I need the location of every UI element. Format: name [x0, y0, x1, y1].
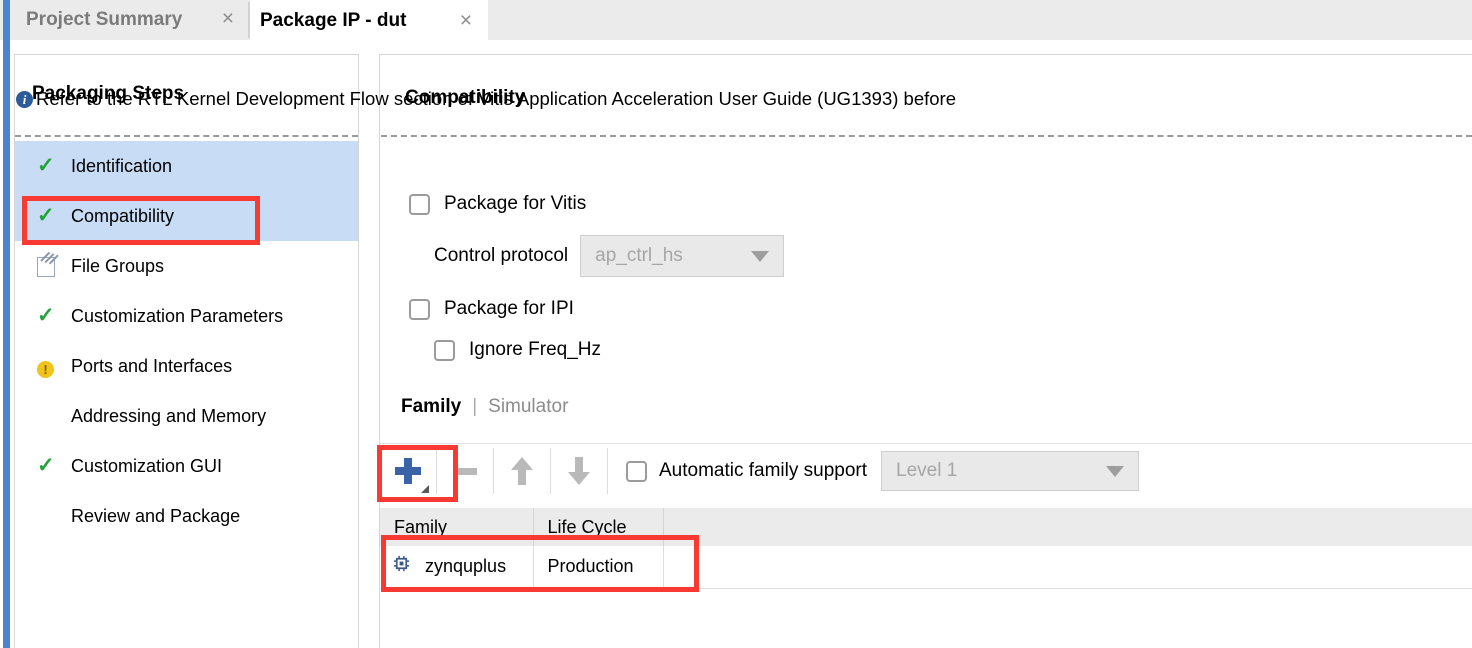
remove-family-button[interactable]: [437, 444, 493, 498]
ignore-freq-hz-checkbox[interactable]: [434, 339, 455, 361]
sidebar-item-customization-gui[interactable]: ✓ Customization GUI: [15, 441, 358, 491]
control-protocol-label: Control protocol: [434, 245, 569, 266]
package-for-vitis-row[interactable]: Package for Vitis: [409, 193, 586, 215]
table-header: Family Life Cycle: [380, 508, 1472, 546]
automatic-family-support-checkbox[interactable]: [626, 460, 647, 482]
packaging-steps-list: ✓ Identification ✓ Compatibility File Gr…: [15, 141, 358, 541]
divider: [381, 135, 1472, 137]
sidebar-item-review-and-package[interactable]: Review and Package: [15, 491, 358, 541]
arrow-down-icon: [568, 457, 590, 485]
sidebar-item-file-groups[interactable]: File Groups: [15, 241, 358, 291]
sidebar-item-compatibility[interactable]: ✓ Compatibility: [15, 191, 358, 241]
check-icon: ✓: [37, 204, 55, 227]
close-icon[interactable]: ×: [222, 8, 234, 29]
chevron-down-icon: [751, 250, 770, 262]
control-protocol-row: Control protocol ap_ctrl_hs: [434, 235, 785, 277]
automatic-family-support-row[interactable]: Automatic family support Level 1: [626, 451, 1140, 491]
tab-label: Package IP - dut: [260, 10, 407, 31]
tab-bar: Project Summary × Package IP - dut ×: [0, 0, 1472, 40]
sidebar-item-customization-parameters[interactable]: ✓ Customization Parameters: [15, 291, 358, 341]
ignore-freq-hz-label: Ignore Freq_Hz: [469, 339, 602, 360]
sidebar-item-addressing-and-memory[interactable]: Addressing and Memory: [15, 391, 358, 441]
sidebar-item-label: Customization GUI: [71, 455, 223, 476]
move-down-button[interactable]: [551, 444, 607, 498]
minus-icon: [453, 467, 477, 475]
close-icon[interactable]: ×: [460, 10, 472, 31]
package-for-vitis-checkbox[interactable]: [409, 193, 430, 215]
tab-label: Project Summary: [26, 9, 183, 30]
sidebar-item-label: Ports and Interfaces: [71, 355, 233, 376]
check-icon: ✓: [37, 454, 55, 477]
toolbar-divider: [607, 448, 608, 494]
tab-family[interactable]: Family: [401, 396, 461, 418]
automatic-family-support-label: Automatic family support: [659, 460, 868, 481]
column-header-life-cycle[interactable]: Life Cycle: [533, 508, 664, 546]
control-protocol-value: ap_ctrl_hs: [595, 245, 683, 266]
chip-icon: [392, 554, 411, 578]
tab-project-summary[interactable]: Project Summary ×: [12, 0, 250, 40]
window-accent-strip-top: [3, 0, 10, 40]
check-icon: ✓: [37, 304, 55, 327]
package-for-ipi-label: Package for IPI: [444, 298, 574, 319]
family-table: Family Life Cycle zynquplus Production: [380, 508, 1472, 589]
column-header-family[interactable]: Family: [380, 508, 534, 546]
info-icon: i: [16, 90, 33, 108]
sidebar-item-label: File Groups: [71, 255, 165, 276]
warning-icon: !: [37, 356, 71, 378]
package-for-vitis-label: Package for Vitis: [444, 193, 587, 214]
cell-life-cycle[interactable]: Production: [533, 546, 664, 589]
sidebar-item-label: Review and Package: [71, 505, 241, 526]
info-message-text: Refer to the RTL Kernel Development Flow…: [36, 88, 956, 109]
chevron-down-icon: [1106, 465, 1125, 477]
sidebar-item-identification[interactable]: ✓ Identification: [15, 141, 358, 191]
arrow-up-icon: [511, 457, 533, 485]
compatibility-subtabs: Family | Simulator: [401, 396, 568, 418]
sidebar-item-label: Addressing and Memory: [71, 405, 267, 426]
sidebar-item-ports-and-interfaces[interactable]: ! Ports and Interfaces: [15, 341, 358, 391]
pencil-icon: [37, 254, 71, 278]
table-header-row: Family Life Cycle: [380, 508, 1472, 546]
level-select[interactable]: Level 1: [881, 451, 1140, 491]
divider: [15, 135, 358, 137]
column-header-empty[interactable]: [663, 508, 1472, 546]
sidebar-item-label: Customization Parameters: [71, 305, 284, 326]
cell-family-text: zynquplus: [425, 555, 507, 576]
info-message: i Refer to the RTL Kernel Development Fl…: [16, 88, 956, 110]
add-family-button[interactable]: [380, 444, 436, 498]
packaging-steps-panel: Packaging Steps ✓ Identification ✓ Compa…: [14, 54, 359, 648]
sidebar-item-label: Compatibility: [71, 205, 175, 226]
move-up-button[interactable]: [494, 444, 550, 498]
plus-icon: [395, 458, 421, 484]
level-value: Level 1: [896, 460, 958, 481]
family-toolbar: Automatic family support Level 1: [380, 443, 1472, 498]
tab-simulator[interactable]: Simulator: [488, 396, 568, 418]
control-protocol-select[interactable]: ap_ctrl_hs: [580, 235, 785, 277]
package-for-ipi-checkbox[interactable]: [409, 298, 430, 320]
ignore-freq-hz-row[interactable]: Ignore Freq_Hz: [434, 339, 601, 361]
dropdown-triangle-icon[interactable]: [421, 485, 429, 493]
table-body: zynquplus Production: [380, 546, 1472, 589]
sidebar-item-label: Identification: [71, 155, 173, 176]
subtab-separator: |: [472, 396, 478, 417]
window-accent-strip: [3, 40, 10, 648]
table-row[interactable]: zynquplus Production: [380, 546, 1472, 589]
package-for-ipi-row[interactable]: Package for IPI: [409, 298, 574, 320]
check-icon: ✓: [37, 154, 55, 177]
cell-family[interactable]: zynquplus: [380, 546, 534, 589]
tab-package-ip-dut[interactable]: Package IP - dut ×: [250, 0, 488, 40]
no-status-icon: [37, 406, 71, 427]
no-status-icon: [37, 506, 71, 527]
cell-empty[interactable]: [663, 546, 1472, 589]
